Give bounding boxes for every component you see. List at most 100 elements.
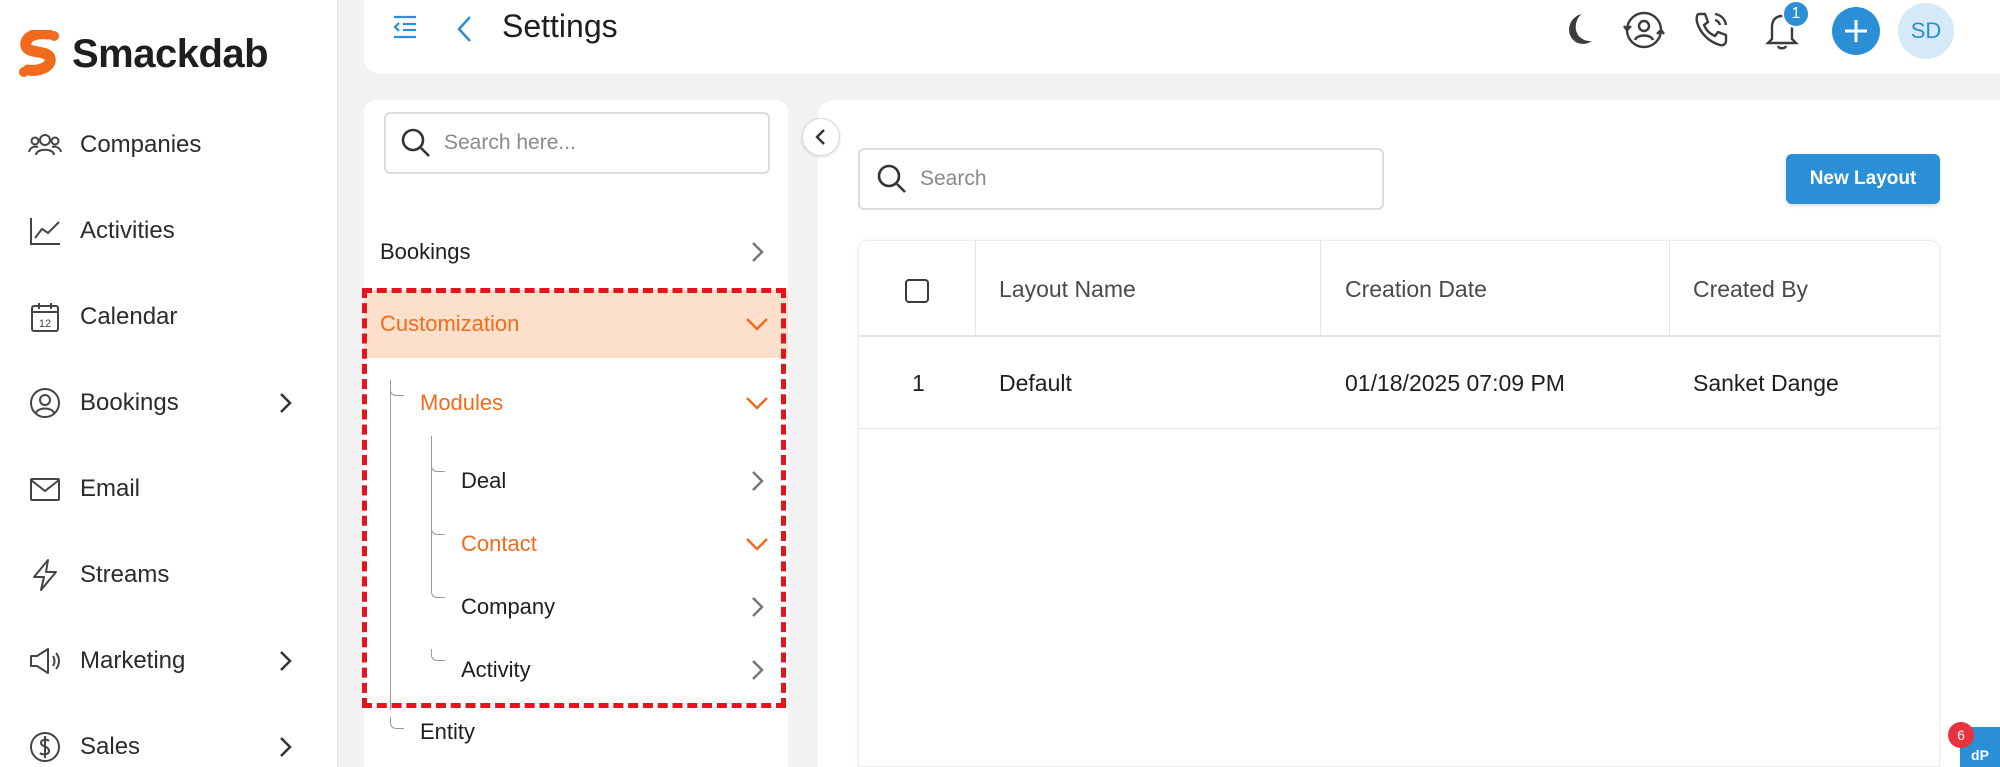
notification-count-badge: 1 [1782,0,1810,28]
dark-mode-toggle[interactable] [1556,8,1600,52]
sidebar-item-label: Marketing [80,647,186,674]
select-all-checkbox[interactable] [905,279,929,303]
settings-tree-panel: Bookings Customization Modules Deal Cont… [364,100,788,767]
back-arrow-icon[interactable] [450,12,480,46]
new-layout-button[interactable]: New Layout [1786,154,1940,204]
sidebar-item-label: Bookings [80,389,179,416]
sidebar-item-label: Companies [80,131,202,158]
table-header: Layout Name Creation Date Created By [859,241,1941,337]
sidebar-item-marketing[interactable]: Marketing [28,636,298,686]
chevron-right-icon [752,242,764,262]
user-avatar[interactable]: SD [1898,3,1954,59]
tree-search-box [384,112,770,174]
chevron-down-icon [746,397,768,410]
moon-icon [1569,14,1592,44]
tree-item-label: Modules [420,390,504,415]
notifications-button[interactable]: 1 [1760,0,1810,52]
column-header-layout-name[interactable]: Layout Name [999,241,1136,337]
sidebar-item-label: Sales [80,733,141,760]
sidebar-item-streams[interactable]: Streams [28,550,298,600]
tree-item-label: Company [461,594,556,619]
column-header-created-by[interactable]: Created By [1693,241,1808,337]
chevron-left-icon [815,129,825,145]
column-divider [1320,241,1321,337]
tree-connector [431,586,445,598]
users-icon [28,128,62,162]
sidebar-item-email[interactable]: Email [28,464,298,514]
tree-item-customization[interactable]: Customization [380,299,770,349]
main-content-panel: New Layout Layout Name Creation Date Cre… [818,100,2000,767]
tree-connector [431,460,445,472]
search-icon [877,164,906,193]
sync-user-button[interactable] [1622,8,1666,52]
add-button[interactable] [1832,7,1880,55]
calendar-icon: 12 [28,300,62,334]
tree-connector [390,384,404,396]
tree-item-company[interactable]: Company [461,582,770,632]
sidebar-item-companies[interactable]: Companies [28,120,298,170]
chevron-right-icon [752,597,764,617]
tree-connector [390,717,404,729]
tree-item-bookings[interactable]: Bookings [380,227,770,277]
sidebar-item-label: Streams [80,561,170,588]
tree-item-label: Deal [461,468,507,493]
phone-call-icon [1695,12,1728,47]
plus-icon [1845,20,1867,42]
megaphone-icon [28,644,62,678]
sidebar-item-calendar[interactable]: 12 Calendar [28,292,298,342]
tree-search-input[interactable] [444,131,764,155]
chevron-down-icon [746,318,768,331]
creation-date-cell: 01/18/2025 07:09 PM [1345,369,1565,396]
column-divider [975,241,976,337]
tree-item-contact[interactable]: Contact [461,519,770,569]
svg-text:12: 12 [39,318,51,330]
chevron-right-icon [280,651,292,671]
line-chart-icon [28,214,62,248]
sidebar-item-sales[interactable]: Sales [28,722,298,767]
lightning-icon [28,558,62,592]
tree-item-label: Activity [461,657,531,682]
table-row[interactable]: 1 Default 01/18/2025 07:09 PM Sanket Dan… [859,337,1941,429]
tree-item-entity[interactable]: Entity [420,707,770,757]
tree-item-label: Contact [461,531,537,556]
sidebar-item-label: Email [80,475,141,502]
column-header-creation-date[interactable]: Creation Date [1345,241,1487,337]
tree-item-label: Customization [380,311,520,336]
chevron-right-icon [280,393,292,413]
tree-connector [431,649,445,661]
menu-collapse-icon[interactable] [390,12,420,42]
sidebar-item-activities[interactable]: Activities [28,206,298,256]
search-icon [401,128,430,157]
layout-search-input[interactable] [920,167,1360,191]
collapse-panel-button[interactable] [802,118,840,156]
brand-name: Smackdab [72,31,269,76]
user-circle-icon [28,386,62,420]
row-index: 1 [912,369,925,396]
layouts-table: Layout Name Creation Date Created By 1 D… [858,240,1941,767]
tree-item-activity[interactable]: Activity [461,645,770,695]
brand-logo[interactable]: Smackdab [18,30,269,78]
tree-item-deal[interactable]: Deal [461,456,770,506]
dollar-circle-icon [28,730,62,764]
sidebar-item-label: Calendar [80,303,178,330]
tree-item-modules[interactable]: Modules [420,378,770,428]
tree-item-label: Bookings [380,239,471,264]
page-title: Settings [502,8,618,44]
layout-search-box [858,148,1384,210]
mail-icon [28,472,62,506]
chevron-right-icon [752,660,764,680]
tree-item-label: Entity [420,719,476,744]
chevron-down-icon [746,538,768,551]
tree-connector [431,523,445,535]
top-header: Settings 1 SD [364,0,2000,74]
created-by-cell: Sanket Dange [1693,369,1839,396]
chevron-right-icon [752,471,764,491]
smackdab-logo-icon [19,30,59,77]
phone-button[interactable] [1690,8,1734,52]
tree-connector [390,380,391,710]
sidebar: Smackdab Companies Activities 12 Calenda… [0,0,338,767]
user-sync-icon [1623,11,1665,49]
layout-name-cell[interactable]: Default [999,337,1072,429]
sidebar-item-bookings[interactable]: Bookings [28,378,298,428]
column-divider [1669,241,1670,337]
